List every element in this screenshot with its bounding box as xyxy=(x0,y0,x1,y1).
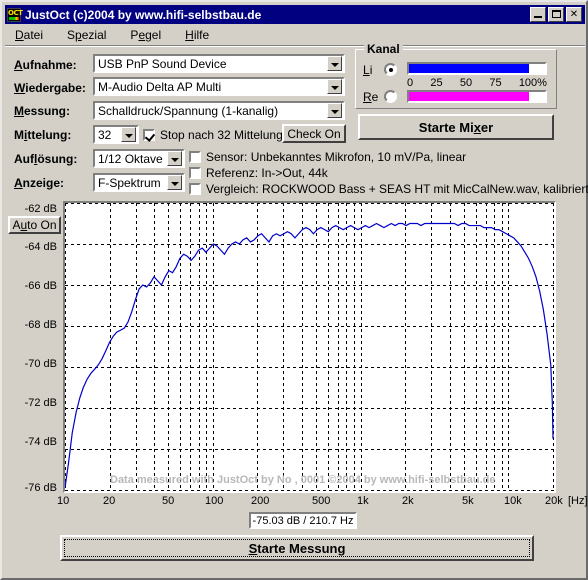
minimize-button[interactable] xyxy=(530,7,546,22)
starte-messung-button[interactable]: Starte Messung xyxy=(60,535,534,561)
mittelung-combobox[interactable]: 32 xyxy=(93,125,139,144)
ytick-label-1: -64 dB xyxy=(24,241,57,253)
messung-combobox[interactable]: Schalldruck/Spannung (1-kanalig) xyxy=(93,101,345,120)
li-label: Li xyxy=(363,63,373,77)
messung-label: Messung: xyxy=(14,104,71,118)
auto-on-button[interactable]: Auto On xyxy=(8,216,61,234)
close-icon: ✕ xyxy=(569,9,579,20)
re-level-fill xyxy=(409,92,529,101)
close-button[interactable]: ✕ xyxy=(566,7,582,22)
sensor-label: Sensor: Unbekanntes Mikrofon, 10 mV/Pa, … xyxy=(206,150,467,164)
mittelung-label: Mittelung: xyxy=(14,128,72,142)
chevron-down-icon[interactable] xyxy=(167,175,182,190)
title-bar: OCT JustOct (c)2004 by www.hifi-selbstba… xyxy=(5,5,585,24)
anzeige-label: Anzeige: xyxy=(14,176,65,190)
aufloesung-combobox[interactable]: 1/12 Oktave xyxy=(93,149,185,168)
re-level-slider[interactable] xyxy=(407,90,547,103)
check-on-button[interactable]: Check On xyxy=(282,124,346,143)
anzeige-combobox[interactable]: F-Spektrum xyxy=(93,173,185,192)
cursor-readout: -75.03 dB / 210.7 Hz xyxy=(249,512,357,529)
spectrum-chart[interactable] xyxy=(63,201,556,493)
wiedergabe-label: Wiedergabe: xyxy=(14,81,86,95)
aufnahme-label: Aufnahme: xyxy=(14,58,77,72)
scale-100: 100% xyxy=(518,77,547,89)
auto-on-label: Auto On xyxy=(12,218,57,232)
scale-75: 75 xyxy=(489,77,502,89)
ytick-label-4: -70 dB xyxy=(24,358,57,370)
scale-50: 50 xyxy=(459,77,473,89)
xtick-label-2: 50 xyxy=(162,495,175,507)
anzeige-value: F-Spektrum xyxy=(98,175,161,190)
menu-bar: DDateiatei Spezial Pegel Hilfe xyxy=(5,26,585,44)
stop-checkbox-row[interactable]: Stop nach 32 Mittelungen xyxy=(143,128,296,142)
xtick-label-3: 100 xyxy=(205,495,224,507)
chevron-down-icon[interactable] xyxy=(167,151,182,166)
menu-item-hilfe[interactable]: Hilfe xyxy=(185,28,209,42)
scale-25: 25 xyxy=(430,77,443,89)
ytick-label-5: -72 dB xyxy=(24,397,57,409)
aufnahme-value: USB PnP Sound Device xyxy=(98,56,227,71)
chevron-down-icon[interactable] xyxy=(327,79,342,94)
li-radio[interactable] xyxy=(384,63,397,76)
app-window: OCT JustOct (c)2004 by www.hifi-selbstba… xyxy=(0,0,588,580)
xtick-label-4: 200 xyxy=(251,495,270,507)
maximize-button[interactable] xyxy=(548,7,564,22)
xaxis-unit-label: [Hz] xyxy=(568,495,588,507)
ytick-label-3: -68 dB xyxy=(24,319,57,331)
li-level-fill xyxy=(409,64,529,73)
xtick-label-9: 10k xyxy=(504,495,522,507)
li-level-slider[interactable] xyxy=(407,62,547,75)
xtick-label-6: 1k xyxy=(357,495,369,507)
aufloesung-label: Auflösung: xyxy=(14,152,78,166)
starte-messung-label: Starte Messung xyxy=(64,539,530,557)
referenz-label: Referenz: In->Out, 44k xyxy=(206,166,328,180)
wiedergabe-value: M-Audio Delta AP Multi xyxy=(98,79,222,94)
menu-item-pegel[interactable]: Pegel xyxy=(130,28,161,42)
ytick-label-2: -66 dB xyxy=(24,280,57,292)
chevron-down-icon[interactable] xyxy=(327,56,342,71)
wiedergabe-combobox[interactable]: M-Audio Delta AP Multi xyxy=(93,77,345,96)
spectrum-chart-svg xyxy=(65,203,554,491)
referenz-checkbox-row[interactable]: Referenz: In->Out, 44k xyxy=(189,166,328,180)
sensor-checkbox[interactable] xyxy=(189,151,201,163)
re-label: Re xyxy=(363,90,379,104)
starte-mixer-button[interactable]: Starte Mixer xyxy=(358,114,554,140)
level-scale: 0 25 50 75 100% xyxy=(407,77,547,89)
chart-watermark: Data measured with JustOct by No , 0001 … xyxy=(110,474,496,486)
re-radio[interactable] xyxy=(384,90,397,103)
messung-value: Schalldruck/Spannung (1-kanalig) xyxy=(98,103,279,118)
spectrum-curve xyxy=(65,222,554,489)
menu-separator xyxy=(5,45,585,47)
window-title: JustOct (c)2004 by www.hifi-selbstbau.de xyxy=(25,7,262,22)
sensor-checkbox-row[interactable]: Sensor: Unbekanntes Mikrofon, 10 mV/Pa, … xyxy=(189,150,466,164)
xtick-label-10: 20k xyxy=(545,495,563,507)
window-buttons: ✕ xyxy=(530,7,582,22)
chevron-down-icon[interactable] xyxy=(121,127,136,142)
xtick-label-8: 5k xyxy=(462,495,474,507)
ytick-label-6: -74 dB xyxy=(24,436,57,448)
xtick-label-7: 2k xyxy=(402,495,414,507)
vergleich-checkbox-row[interactable]: Vergleich: ROCKWOOD Bass + SEAS HT mit M… xyxy=(189,182,588,196)
menu-item-datei[interactable]: DDateiatei xyxy=(15,28,43,42)
stop-checkbox-label: Stop nach 32 Mittelungen xyxy=(160,128,297,142)
aufloesung-value: 1/12 Oktave xyxy=(98,151,163,166)
starte-mixer-label: Starte Mixer xyxy=(418,119,494,135)
chevron-down-icon[interactable] xyxy=(327,103,342,118)
ytick-label-0: -62 dB xyxy=(24,203,57,215)
check-on-label: Check On xyxy=(287,126,341,141)
oct-icon: OCT xyxy=(7,7,23,22)
xtick-label-5: 500 xyxy=(312,495,331,507)
referenz-checkbox[interactable] xyxy=(189,167,201,179)
stop-checkbox[interactable] xyxy=(143,129,155,141)
aufnahme-combobox[interactable]: USB PnP Sound Device xyxy=(93,54,345,73)
menu-item-spezial[interactable]: Spezial xyxy=(67,28,106,42)
xtick-label-0: 10 xyxy=(57,495,70,507)
vergleich-label: Vergleich: ROCKWOOD Bass + SEAS HT mit M… xyxy=(206,182,588,196)
kanal-group-title: Kanal xyxy=(364,42,403,56)
xtick-label-1: 20 xyxy=(103,495,116,507)
ytick-label-7: -76 dB xyxy=(24,482,57,494)
scale-0: 0 xyxy=(407,77,414,89)
mittelung-value: 32 xyxy=(98,127,112,142)
vergleich-checkbox[interactable] xyxy=(189,183,201,195)
